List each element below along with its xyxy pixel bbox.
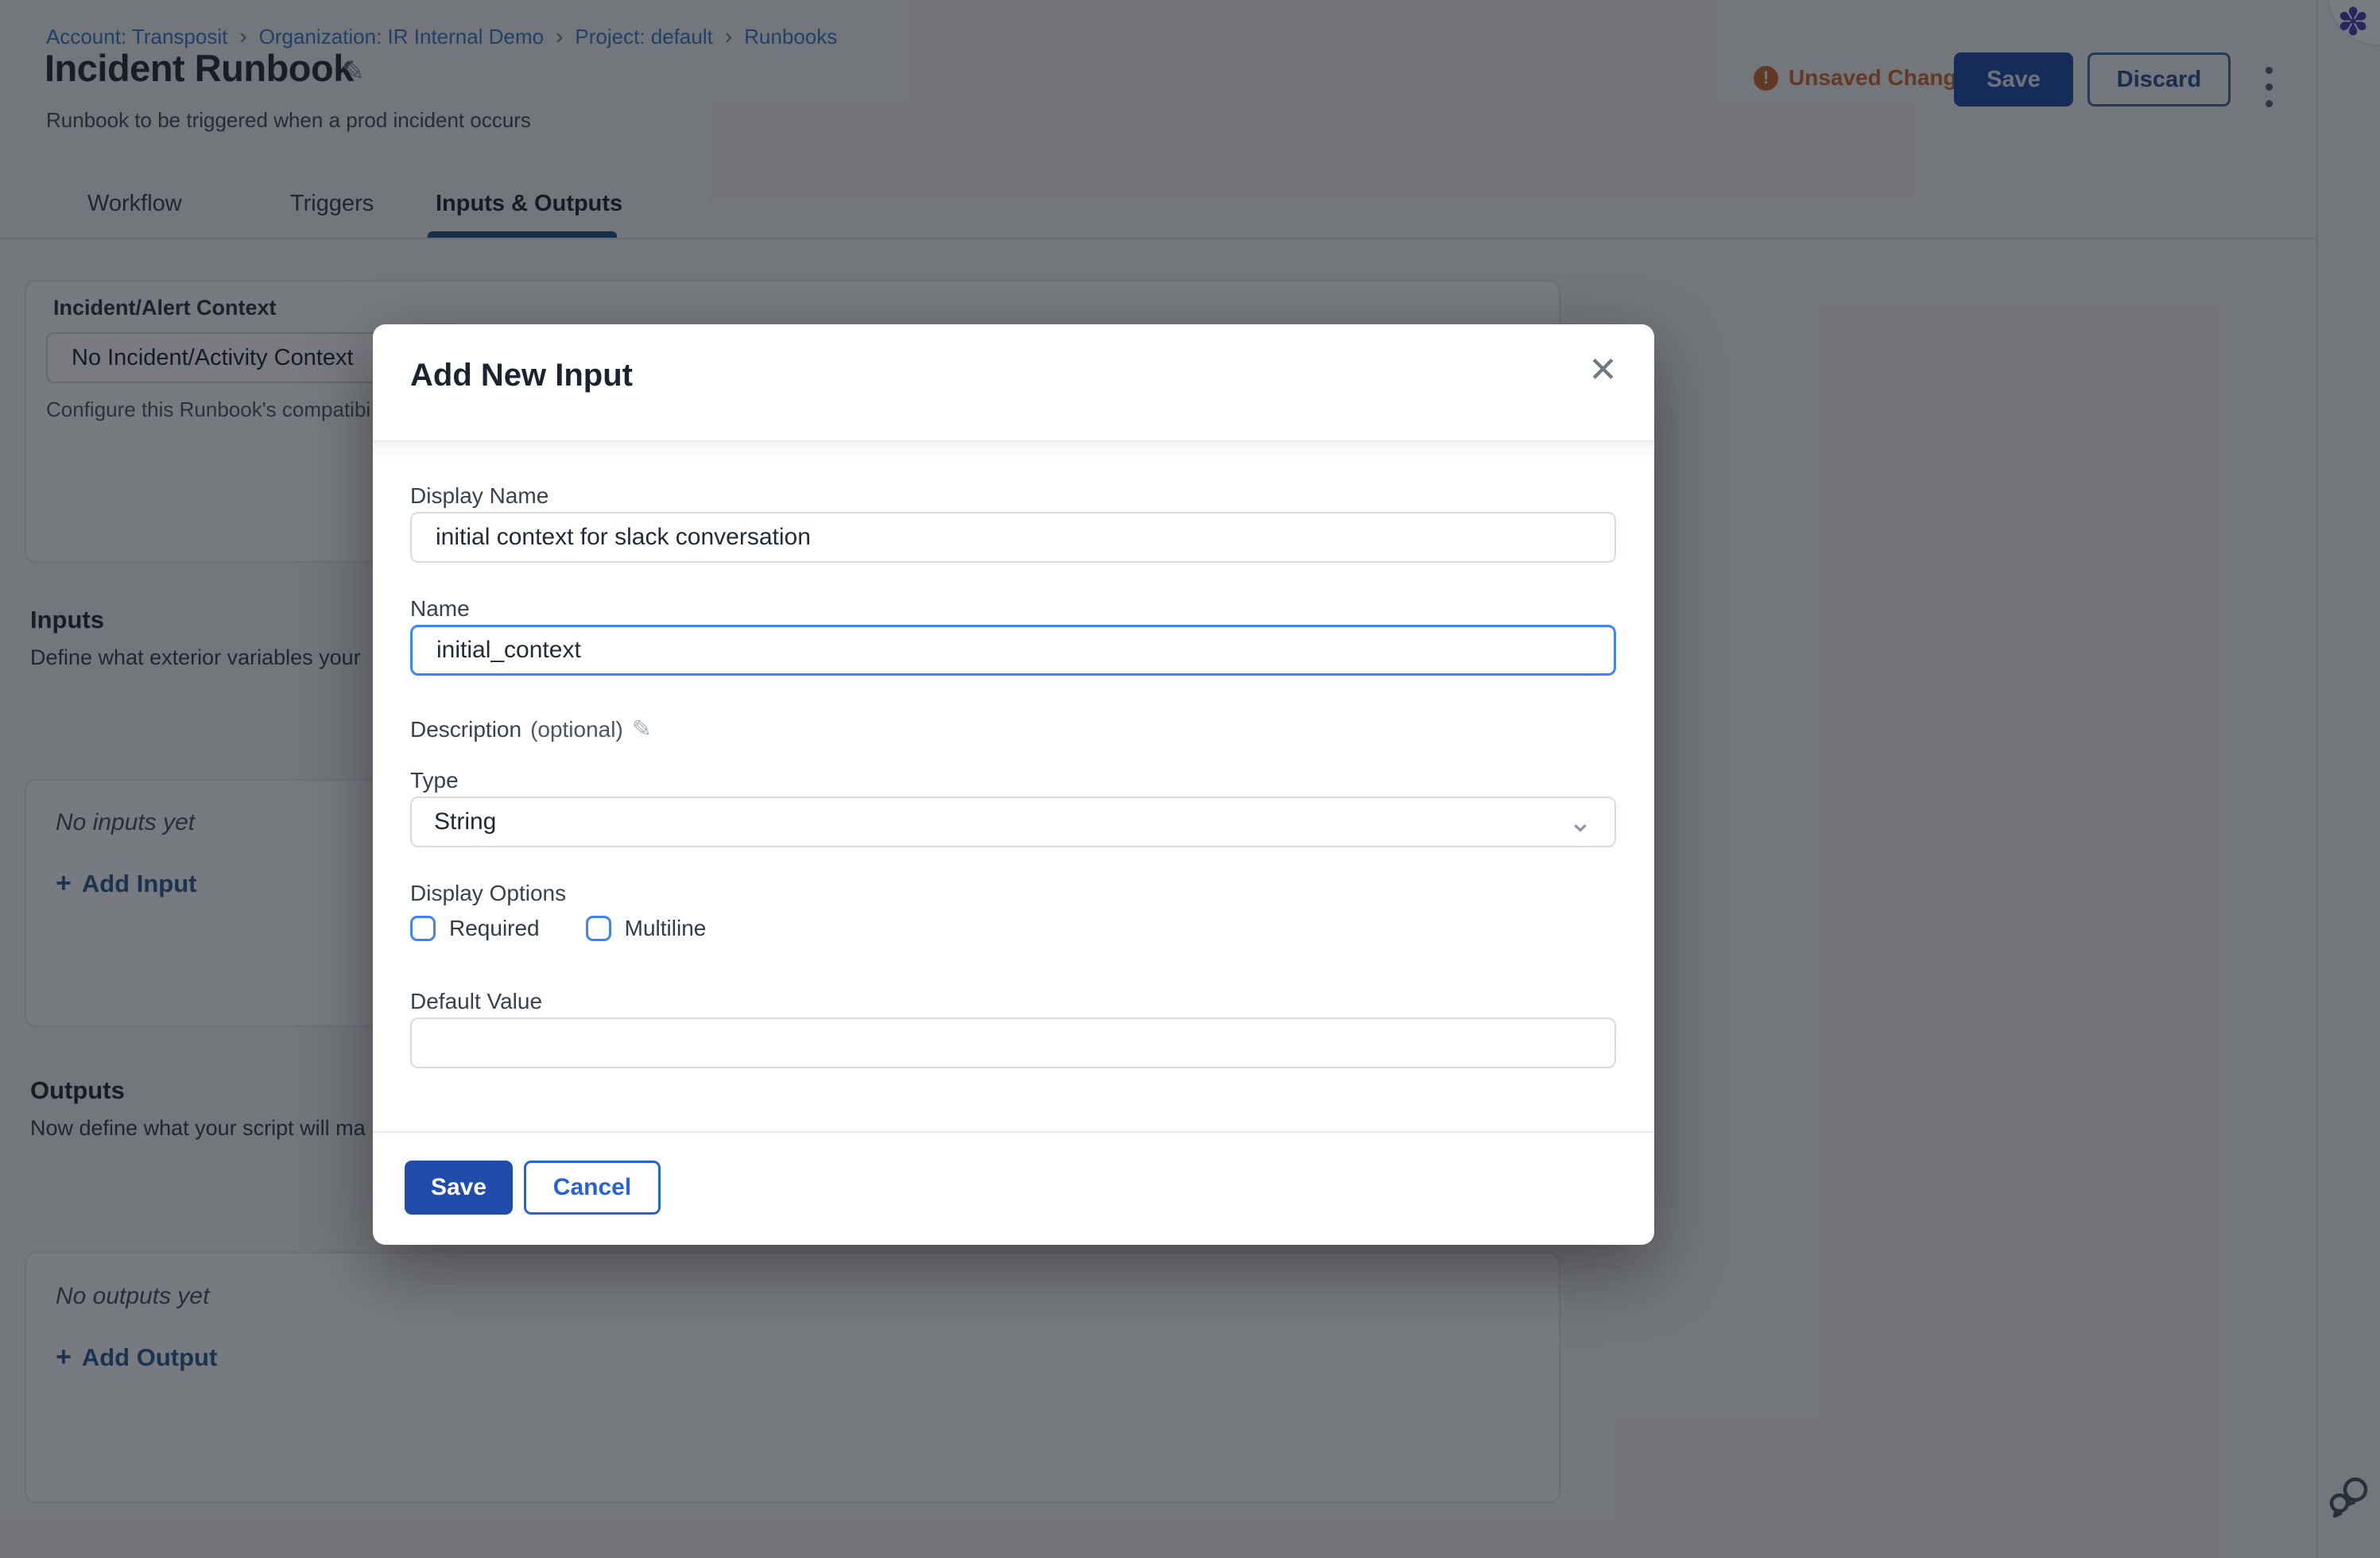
description-optional-label: (optional) [530, 717, 623, 742]
modal-cancel-button[interactable]: Cancel [524, 1161, 661, 1215]
default-value-field[interactable] [410, 1017, 1616, 1068]
modal-save-button[interactable]: Save [405, 1161, 513, 1215]
name-field[interactable] [410, 625, 1616, 676]
default-value-label: Default Value [410, 989, 542, 1014]
display-options-label: Display Options [410, 881, 566, 906]
modal-title: Add New Input [410, 358, 633, 393]
required-checkbox-label: Required [449, 916, 540, 941]
name-label: Name [410, 596, 470, 622]
modal-footer-divider [373, 1131, 1654, 1133]
chevron-down-icon: ⌄ [1568, 815, 1592, 829]
edit-description-pencil-icon[interactable]: ✎ [632, 715, 652, 743]
type-select[interactable]: String ⌄ [410, 796, 1616, 847]
display-options-row: Required Multiline [410, 916, 706, 941]
close-icon[interactable]: ✕ [1588, 353, 1618, 388]
display-name-field[interactable] [410, 512, 1616, 563]
description-label: Description [410, 717, 521, 742]
required-checkbox[interactable] [410, 916, 436, 941]
description-label-row: Description (optional) ✎ [410, 715, 652, 743]
display-name-label: Display Name [410, 483, 548, 509]
multiline-checkbox[interactable] [586, 916, 611, 941]
modal-header-shadow [373, 442, 1654, 461]
multiline-checkbox-label: Multiline [625, 916, 707, 941]
type-label: Type [410, 768, 459, 793]
add-new-input-modal: Add New Input ✕ Display Name Name Descri… [373, 324, 1654, 1245]
type-select-value: String [434, 808, 496, 835]
